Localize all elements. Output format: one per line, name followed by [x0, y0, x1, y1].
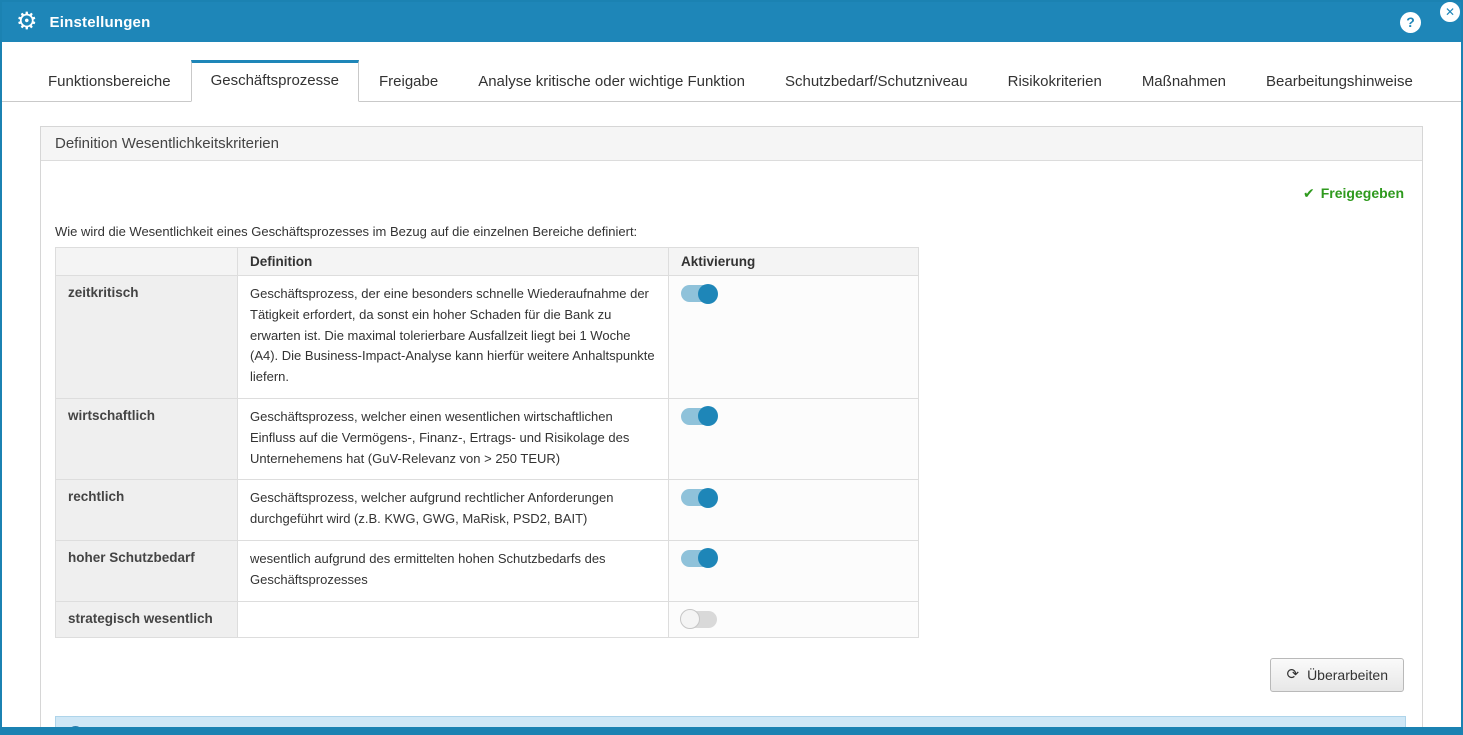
tab-analyse-kritische-oder-wichtige-funktion[interactable]: Analyse kritische oder wichtige Funktion: [458, 61, 765, 102]
tab-risikokriterien[interactable]: Risikokriterien: [988, 61, 1122, 102]
panel-body: ✔ Freigegeben Wie wird die Wesentlichkeit…: [41, 161, 1422, 735]
criterion-definition: Geschäftsprozess, welcher einen wesentli…: [238, 398, 669, 479]
criterion-label: strategisch wesentlich: [56, 601, 238, 637]
activation-toggle[interactable]: [681, 489, 717, 506]
toggle-knob-icon: [698, 406, 718, 426]
info-bold: Deaktivierung: [270, 726, 359, 735]
refresh-icon: ⟳: [1286, 667, 1299, 682]
criterion-activation-cell: [669, 398, 919, 479]
release-status: ✔ Freigegeben: [55, 185, 1404, 202]
criterion-definition: [238, 601, 669, 637]
criterion-label: wirtschaftlich: [56, 398, 238, 479]
intro-text: Wie wird die Wesentlichkeit eines Geschä…: [55, 224, 1406, 239]
criteria-table-body: zeitkritischGeschäftsprozess, der eine b…: [56, 276, 919, 638]
criterion-definition: Geschäftsprozess, welcher aufgrund recht…: [238, 480, 669, 541]
tab-funktionsbereiche[interactable]: Funktionsbereiche: [28, 61, 191, 102]
activation-toggle[interactable]: [681, 285, 717, 302]
tab-freigabe[interactable]: Freigabe: [359, 61, 458, 102]
criterion-label: hoher Schutzbedarf: [56, 540, 238, 601]
criterion-definition: wesentlich aufgrund des ermittelten hohe…: [238, 540, 669, 601]
activation-toggle[interactable]: [681, 550, 717, 567]
criterion-activation-cell: [669, 480, 919, 541]
criteria-table: Definition Aktivierung zeitkritischGesch…: [55, 247, 919, 638]
criterion-label: zeitkritisch: [56, 276, 238, 399]
button-row: ⟳ Überarbeiten: [55, 658, 1404, 692]
header-aktivierung: Aktivierung: [669, 248, 919, 276]
toggle-knob-icon: [698, 488, 718, 508]
table-row: wirtschaftlichGeschäftsprozess, welcher …: [56, 398, 919, 479]
table-row: zeitkritischGeschäftsprozess, der eine b…: [56, 276, 919, 399]
activation-toggle[interactable]: [681, 408, 717, 425]
criterion-activation-cell: [669, 540, 919, 601]
header-empty: [56, 248, 238, 276]
toggle-knob-icon: [680, 609, 700, 629]
tab-schutzbedarf-schutzniveau[interactable]: Schutzbedarf/Schutzniveau: [765, 61, 988, 102]
header-definition: Definition: [238, 248, 669, 276]
toggle-knob-icon: [698, 548, 718, 568]
panel-title: Definition Wesentlichkeitskriterien: [41, 127, 1422, 161]
status-label: Freigegeben: [1321, 185, 1404, 201]
close-button[interactable]: ✕: [1439, 1, 1461, 23]
criterion-definition: Geschäftsprozess, der eine besonders sch…: [238, 276, 669, 399]
window-title: Einstellungen: [50, 14, 151, 31]
table-row: rechtlichGeschäftsprozess, welcher aufgr…: [56, 480, 919, 541]
criterion-label: rechtlich: [56, 480, 238, 541]
tab-bar: FunktionsbereicheGeschäftsprozesseFreiga…: [2, 42, 1461, 102]
tab-bearbeitungshinweise[interactable]: Bearbeitungshinweise: [1246, 61, 1433, 102]
tab-massnahmen[interactable]: Maßnahmen: [1122, 61, 1246, 102]
gear-icon: ⚙: [16, 10, 38, 34]
toggle-knob-icon: [698, 284, 718, 304]
criterion-activation-cell: [669, 601, 919, 637]
table-row: strategisch wesentlich: [56, 601, 919, 637]
table-header-row: Definition Aktivierung: [56, 248, 919, 276]
criterion-activation-cell: [669, 276, 919, 399]
settings-panel: Definition Wesentlichkeitskriterien ✔ Fre…: [40, 126, 1423, 735]
rework-button[interactable]: ⟳ Überarbeiten: [1270, 658, 1404, 692]
table-row: hoher Schutzbedarfwesentlich aufgrund de…: [56, 540, 919, 601]
title-bar: ⚙ Einstellungen ? ✕: [2, 2, 1461, 42]
rework-button-label: Überarbeiten: [1307, 667, 1388, 683]
activation-toggle[interactable]: [681, 611, 717, 628]
settings-window: ⚙ Einstellungen ? ✕ FunktionsbereicheGes…: [0, 0, 1463, 735]
info-icon: i: [68, 726, 83, 735]
info-bar: i Bitte beachten Sie, dass eine Deaktivi…: [55, 716, 1406, 735]
info-text: Bitte beachten Sie, dass eine Deaktivier…: [91, 726, 849, 735]
checkmark-icon: ✔: [1303, 185, 1315, 201]
tab-geschaeftsprozesse[interactable]: Geschäftsprozesse: [191, 60, 359, 102]
help-button[interactable]: ?: [1400, 12, 1421, 33]
